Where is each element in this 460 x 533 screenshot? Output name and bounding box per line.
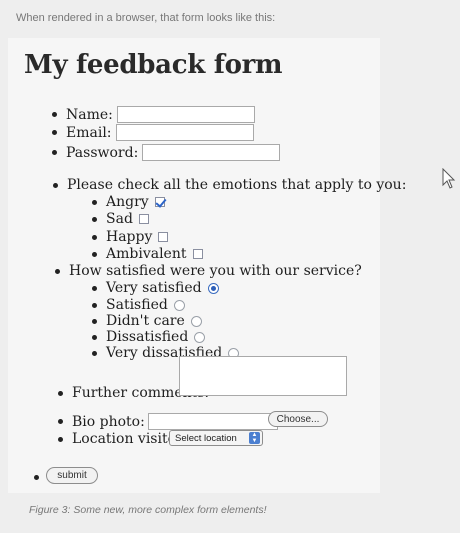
bullet bbox=[55, 268, 60, 274]
submit-button[interactable]: submit bbox=[46, 467, 98, 484]
intro-text: When rendered in a browser, that form lo… bbox=[16, 12, 276, 24]
bullet bbox=[92, 350, 97, 356]
emotion-option-sad: Sad bbox=[92, 211, 149, 227]
bullet bbox=[58, 390, 63, 396]
bullet bbox=[53, 182, 58, 188]
bullet bbox=[92, 318, 97, 324]
bullet bbox=[92, 334, 97, 340]
ambivalent-checkbox[interactable] bbox=[192, 249, 203, 259]
bullet bbox=[92, 251, 97, 257]
form-title: My feedback form bbox=[24, 50, 283, 80]
satisfaction-question-row: How satisfied were you with our service? bbox=[55, 263, 362, 279]
dissatisfied-radio[interactable] bbox=[194, 331, 206, 343]
name-row: Name: bbox=[52, 106, 255, 123]
bullet bbox=[92, 302, 97, 308]
comments-textarea[interactable] bbox=[179, 356, 347, 396]
mouse-cursor-icon bbox=[442, 168, 456, 189]
emotion-option-ambivalent: Ambivalent bbox=[92, 246, 203, 262]
bullet bbox=[58, 436, 63, 442]
satisfaction-option-didnt-care: Didn't care bbox=[92, 313, 202, 329]
satisfaction-option-dissatisfied: Dissatisfied bbox=[92, 329, 206, 345]
satisfaction-question: How satisfied were you with our service? bbox=[69, 263, 362, 279]
sad-checkbox[interactable] bbox=[138, 214, 149, 224]
email-input[interactable] bbox=[115, 124, 254, 141]
emotions-question: Please check all the emotions that apply… bbox=[67, 177, 407, 193]
location-select-value: Select location bbox=[175, 432, 237, 444]
bullet bbox=[52, 112, 57, 117]
name-input[interactable] bbox=[116, 106, 255, 123]
emotion-label: Angry bbox=[106, 194, 149, 210]
file-path-field[interactable] bbox=[147, 413, 278, 430]
happy-checkbox[interactable] bbox=[158, 232, 169, 242]
bullet bbox=[92, 216, 97, 222]
angry-checkbox[interactable] bbox=[154, 197, 165, 207]
satisfaction-label: Satisfied bbox=[106, 297, 168, 313]
bullet bbox=[52, 130, 57, 135]
password-input[interactable] bbox=[142, 144, 281, 161]
bio-photo-row: Bio photo: bbox=[58, 413, 278, 430]
email-label: Email: bbox=[66, 124, 112, 141]
emotion-option-happy: Happy bbox=[92, 229, 169, 245]
emotion-option-angry: Angry bbox=[92, 194, 165, 210]
name-label: Name: bbox=[66, 106, 113, 123]
location-select[interactable]: Select location ▲ ▼ bbox=[169, 430, 263, 446]
bullet bbox=[58, 419, 63, 424]
password-label: Password: bbox=[66, 144, 139, 161]
choose-file-button[interactable]: Choose... bbox=[268, 411, 328, 427]
satisfaction-label: Dissatisfied bbox=[106, 329, 189, 345]
satisfaction-label: Didn't care bbox=[106, 313, 185, 329]
satisfied-radio[interactable] bbox=[173, 299, 185, 311]
very-satisfied-radio[interactable] bbox=[207, 282, 219, 294]
emotion-label: Sad bbox=[106, 211, 133, 227]
didnt-care-radio[interactable] bbox=[190, 315, 202, 327]
email-row: Email: bbox=[52, 124, 254, 141]
figure-caption: Figure 3: Some new, more complex form el… bbox=[29, 504, 267, 516]
bullet bbox=[92, 199, 97, 205]
bullet bbox=[34, 475, 39, 480]
bullet bbox=[92, 234, 97, 240]
satisfaction-option-satisfied: Satisfied bbox=[92, 297, 185, 313]
emotions-question-row: Please check all the emotions that apply… bbox=[53, 177, 406, 193]
emotion-label: Ambivalent bbox=[106, 246, 187, 262]
emotion-label: Happy bbox=[106, 229, 153, 245]
satisfaction-label: Very satisfied bbox=[106, 280, 202, 296]
bullet bbox=[52, 150, 57, 155]
bullet bbox=[92, 285, 97, 291]
select-arrows-icon: ▲ ▼ bbox=[249, 432, 260, 444]
bio-photo-label: Bio photo: bbox=[72, 413, 145, 430]
satisfaction-option-very-satisfied: Very satisfied bbox=[92, 280, 219, 296]
password-row: Password: bbox=[52, 144, 281, 161]
